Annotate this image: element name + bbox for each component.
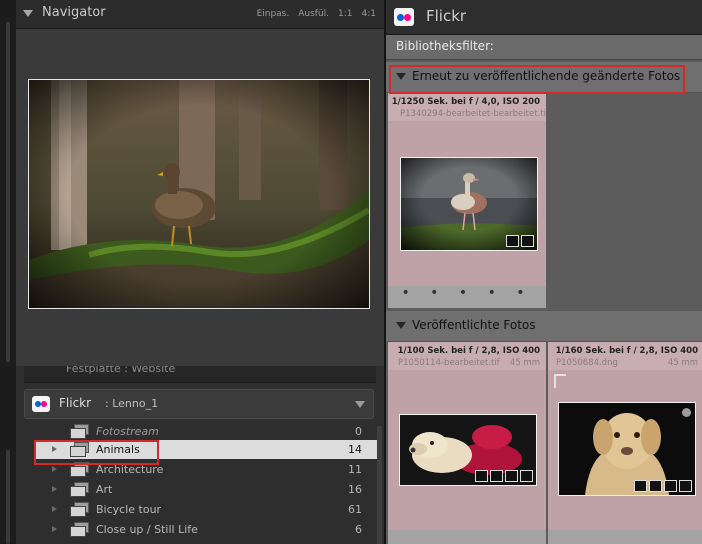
photo-filename: P1340294-bearbeitet-bearbeitet.tif: [400, 109, 546, 119]
photo-thumbnail-dog-portrait[interactable]: [558, 402, 696, 496]
expand-arrow-icon[interactable]: [52, 466, 57, 472]
publish-service-harddisk-label: Festplatte : Website: [66, 366, 176, 375]
collection-row[interactable]: Bicycle tour 61: [36, 500, 378, 519]
highlight-box-section1: [389, 65, 685, 94]
expand-triangle-icon[interactable]: [355, 401, 365, 408]
left-panel-edge: [0, 0, 16, 544]
photo-exposure: 1/1250 Sek. bei f / 4,0, ISO 200: [391, 97, 540, 107]
photo-status-dot: [682, 408, 691, 417]
collection-count: 61: [348, 503, 362, 516]
flickr-service-user: : Lenno_1: [105, 397, 159, 410]
navigator-header[interactable]: Navigator Einpas. Ausfül. 1:1 4:1: [16, 0, 384, 29]
expand-arrow-icon[interactable]: [52, 486, 57, 492]
keyword-tag-icon: [506, 235, 519, 247]
flickr-service-name: Flickr: [59, 396, 92, 410]
collection-name: Fotostream: [96, 425, 159, 438]
collapse-triangle-icon[interactable]: [23, 10, 33, 17]
collection-name: Art: [96, 483, 113, 496]
navigator-preview-image[interactable]: [28, 79, 370, 309]
publish-collection-icon: [70, 522, 89, 537]
section-published-photos-header[interactable]: Veröffentlichte Fotos: [386, 311, 702, 342]
collection-row[interactable]: Fotostream 0: [36, 422, 378, 441]
zoom-1-1[interactable]: 1:1: [338, 9, 352, 19]
flickr-logo-icon: [394, 8, 414, 26]
collection-row[interactable]: Close up / Still Life 6: [36, 520, 378, 539]
rating-dots[interactable]: [388, 530, 546, 544]
collection-count: 11: [348, 463, 362, 476]
develop-icon: [679, 480, 692, 492]
flickr-logo-icon: [32, 396, 50, 412]
flickr-username: Lenno_1: [112, 397, 159, 410]
collections-scrollbar[interactable]: [377, 426, 382, 544]
photo-exposure: 1/100 Sek. bei f / 2,8, ISO 400: [397, 346, 540, 356]
photo-filename: P1050684.dng: [556, 358, 618, 368]
collection-count: 6: [355, 523, 362, 536]
library-filter-bar[interactable]: Bibliotheksfilter:: [386, 35, 702, 60]
navigator-panel: Navigator Einpas. Ausfül. 1:1 4:1: [16, 0, 384, 366]
photo-meta: 1/1250 Sek. bei f / 4,0, ISO 200 P134029…: [388, 93, 546, 121]
collection-count: 0: [355, 425, 362, 438]
collapse-triangle-icon[interactable]: [396, 322, 406, 329]
photo-cell[interactable]: 1/1250 Sek. bei f / 4,0, ISO 200 P134029…: [388, 93, 546, 308]
photo-meta: 1/160 Sek. bei f / 2,8, ISO 400 P1050684…: [548, 342, 702, 370]
crop-icon: [505, 470, 518, 482]
keyword-tag-icon: [475, 470, 488, 482]
photo-meta: 1/100 Sek. bei f / 2,8, ISO 400 P1050114…: [388, 342, 546, 370]
collection-name: Close up / Still Life: [96, 523, 198, 536]
crop-icon: [664, 480, 677, 492]
photo-badges: [634, 480, 692, 492]
collection-count: 16: [348, 483, 362, 496]
collection-name: Bicycle tour: [96, 503, 162, 516]
keyword-tag-icon: [634, 480, 647, 492]
photo-focal-length: 45 mm: [509, 358, 540, 368]
collection-icon: [490, 470, 503, 482]
library-filter-label: Bibliotheksfilter:: [396, 39, 494, 53]
publish-collection-icon: [70, 502, 89, 517]
expand-arrow-icon[interactable]: [52, 506, 57, 512]
photo-cell[interactable]: 1/100 Sek. bei f / 2,8, ISO 400 P1050114…: [388, 342, 546, 544]
service-header: Flickr: [386, 0, 702, 35]
section-published-photos-title: Veröffentlichte Fotos: [412, 318, 536, 332]
zoom-fit[interactable]: Einpas.: [257, 9, 290, 19]
photo-thumbnail-goose[interactable]: [400, 157, 538, 251]
zoom-4-1[interactable]: 4:1: [362, 9, 376, 19]
photo-thumbnail-dog-lying[interactable]: [399, 414, 537, 486]
publish-collection-icon: [70, 424, 89, 439]
rating-stars[interactable]: [548, 530, 702, 544]
navigator-title: Navigator: [42, 5, 106, 20]
flag-icon[interactable]: [554, 374, 566, 388]
publish-service-harddisk[interactable]: Festplatte : Website: [24, 366, 376, 383]
photo-exposure: 1/160 Sek. bei f / 2,8, ISO 400: [555, 346, 698, 356]
zoom-options: Einpas. Ausfül. 1:1 4:1: [257, 9, 376, 19]
expand-arrow-icon[interactable]: [52, 526, 57, 532]
photo-badges: [475, 470, 533, 482]
crop-icon: [521, 235, 534, 247]
photo-cell[interactable]: 1/160 Sek. bei f / 2,8, ISO 400 P1050684…: [548, 342, 702, 544]
collection-count: 14: [348, 443, 362, 456]
rating-dots[interactable]: • • • • •: [388, 286, 546, 308]
publish-collection-icon: [70, 482, 89, 497]
panel-scroll-rail-lower[interactable]: [6, 450, 10, 544]
photo-badges: [506, 235, 534, 247]
flickr-service-header[interactable]: Flickr : Lenno_1: [24, 389, 374, 419]
collection-row[interactable]: Art 16: [36, 480, 378, 499]
collection-icon: [649, 480, 662, 492]
zoom-fill[interactable]: Ausfül.: [298, 9, 329, 19]
service-title: Flickr: [426, 7, 467, 25]
highlight-box-animals: [34, 440, 159, 465]
panel-scroll-rail[interactable]: [6, 22, 10, 362]
photo-focal-length: 45 mm: [667, 358, 698, 368]
photo-filename: P1050114-bearbeitet.tif: [398, 358, 500, 368]
develop-icon: [520, 470, 533, 482]
